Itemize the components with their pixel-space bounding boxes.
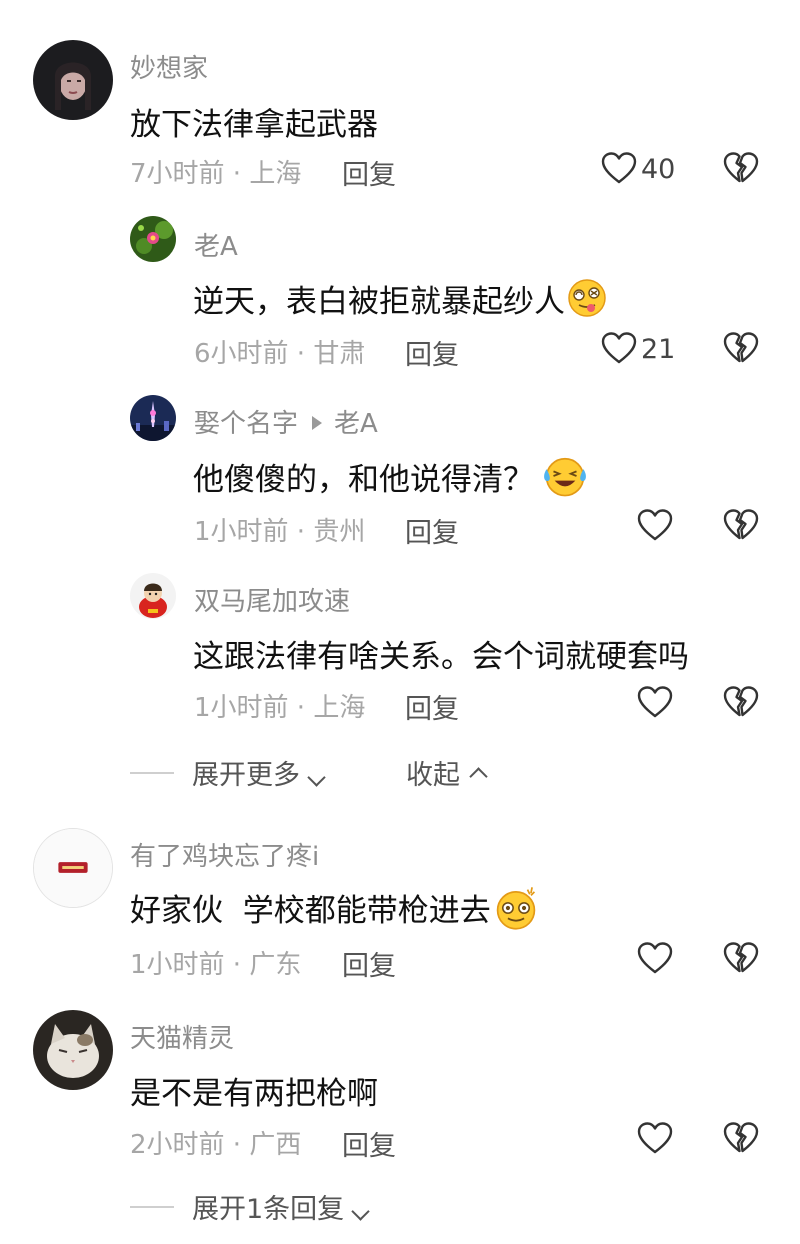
comment-text: 放下法律拿起武器 [130,107,378,143]
avatar[interactable] [130,216,176,262]
comment-meta: 1小时前 · 贵州 [194,517,366,547]
dizzy-smile-emoji-icon [496,887,535,930]
broken-heart-icon [723,1121,759,1157]
collapse-button[interactable]: 收起 [406,753,488,792]
comment-text: 这跟法律有啥关系。会个词就硬套吗 [193,639,689,675]
expand-more-button[interactable]: 展开更多 [192,753,326,792]
expand-replies-button[interactable]: 展开1条回复 [192,1187,370,1226]
dislike-button[interactable] [723,508,759,548]
dizzy-tongue-emoji-icon [568,279,606,317]
reply-button[interactable]: 回复 [405,511,459,550]
dislike-button[interactable] [723,685,759,725]
like-button[interactable] [637,685,673,721]
chevron-down-icon [307,768,326,787]
tower-night-avatar-icon [130,395,176,441]
username[interactable]: 天猫精灵 [130,1018,234,1055]
chevron-up-icon [469,767,488,786]
like-count: 40 [641,153,676,185]
comment-meta: 6小时前 · 甘肃 [194,339,366,369]
like-button[interactable] [637,1121,673,1157]
laughing-tears-emoji-icon [544,457,586,497]
like-button[interactable]: 40 [601,151,675,187]
username[interactable]: 双马尾加攻速 [194,581,350,618]
broken-heart-icon [723,508,759,544]
dislike-button[interactable] [723,151,759,191]
broken-heart-icon [723,685,759,721]
username[interactable]: 娶个名字 老A [194,403,378,440]
flower-avatar-icon [130,216,176,262]
like-button[interactable] [637,941,673,977]
expand-more-row: 展开更多 [130,753,326,792]
comment-text: 是不是有两把枪啊 [130,1076,378,1112]
username[interactable]: 有了鸡块忘了疼i [130,836,319,873]
like-button[interactable]: 21 [601,331,675,367]
username[interactable]: 老A [194,226,238,263]
avatar[interactable] [33,1010,113,1090]
heart-icon [637,941,673,977]
small-sign-avatar-icon [34,829,112,907]
cartoon-character-avatar-icon [130,573,176,619]
chevron-down-icon [351,1202,370,1221]
comment-meta: 7小时前 · 上海 [130,159,302,189]
reply-button[interactable]: 回复 [342,1124,396,1163]
woman-portrait-avatar-icon [33,40,113,120]
expand-replies-row: 展开1条回复 [130,1187,370,1226]
avatar[interactable] [130,395,176,441]
heart-icon [637,1121,673,1157]
comment-meta: 1小时前 · 上海 [194,693,366,723]
reply-button[interactable]: 回复 [405,333,459,372]
comment-meta: 2小时前 · 广西 [130,1130,302,1160]
heart-icon [601,331,637,367]
dislike-button[interactable] [723,941,759,981]
divider [130,771,174,774]
comment-meta: 1小时前 · 广东 [130,950,302,980]
broken-heart-icon [723,331,759,367]
comment-text: 好家伙 学校都能带枪进去 [130,885,539,931]
dislike-button[interactable] [723,1121,759,1161]
reply-to-username[interactable]: 老A [334,409,378,439]
heart-icon [637,508,673,544]
broken-heart-icon [723,941,759,977]
reply-button[interactable]: 回复 [342,153,396,192]
username[interactable]: 妙想家 [130,48,208,85]
like-count: 21 [641,333,676,365]
like-button[interactable] [637,508,673,544]
avatar[interactable] [33,40,113,120]
reply-button[interactable]: 回复 [405,687,459,726]
heart-icon [637,685,673,721]
comment-text: 他傻傻的，和他说得清？ [193,453,588,499]
dislike-button[interactable] [723,331,759,371]
divider [130,1205,174,1208]
reply-button[interactable]: 回复 [342,944,396,983]
reply-arrow-icon [312,416,323,430]
comment-text: 逆天，表白被拒就暴起纱人 [193,276,607,321]
broken-heart-icon [723,151,759,187]
heart-icon [601,151,637,187]
avatar[interactable] [33,828,113,908]
avatar[interactable] [130,573,176,619]
cat-avatar-icon [33,1010,113,1090]
